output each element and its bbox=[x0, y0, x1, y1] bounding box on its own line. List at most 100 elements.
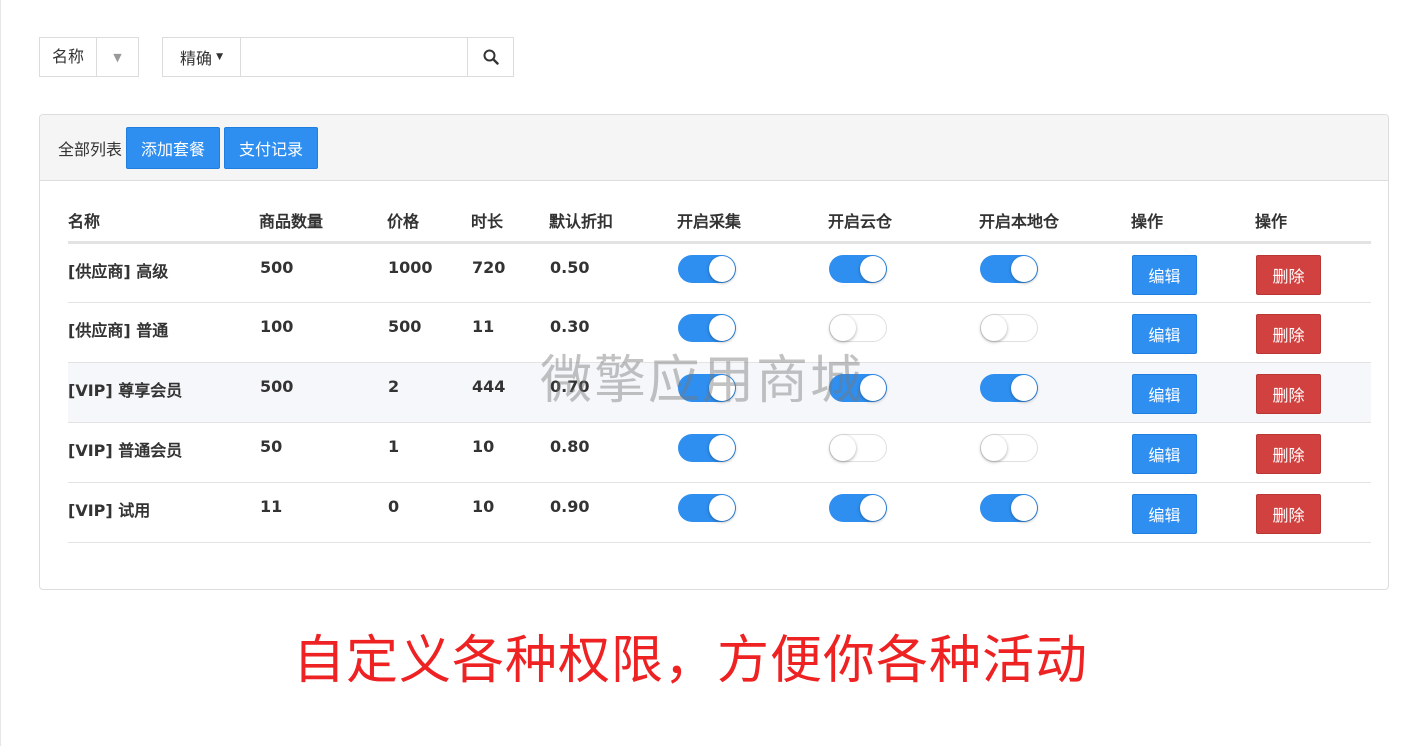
promo-caption: 自定义各种权限，方便你各种活动 bbox=[293, 631, 1089, 691]
cell-duration: 720 bbox=[471, 242, 549, 303]
cell-qty: 100 bbox=[259, 302, 387, 363]
collect-cell bbox=[677, 482, 828, 543]
search-group: 精确 ▼ bbox=[162, 37, 515, 77]
edit-button[interactable]: 编辑 bbox=[1132, 494, 1197, 534]
field-select[interactable]: 名称 ▼ bbox=[39, 37, 140, 77]
cell-duration: 11 bbox=[471, 302, 549, 363]
cell-discount: 0.50 bbox=[549, 242, 677, 303]
collect-cell bbox=[677, 422, 828, 483]
payment-records-button[interactable]: 支付记录 bbox=[224, 126, 319, 169]
cell-price: 2 bbox=[387, 362, 471, 423]
cell-price-text: 2 bbox=[388, 377, 400, 396]
local-warehouse-toggle[interactable] bbox=[980, 255, 1038, 283]
toggle-knob bbox=[860, 495, 886, 521]
package-table: 名称 商品数量 价格 时长 默认折扣 开启采集 开启云仓 开启本地仓 操作 操作… bbox=[68, 199, 1371, 543]
panel-title: 全部列表 bbox=[58, 139, 123, 159]
delete-button[interactable]: 删除 bbox=[1256, 255, 1321, 295]
toggle-knob bbox=[1011, 256, 1037, 282]
toggle-knob bbox=[1011, 495, 1037, 521]
delete-button[interactable]: 删除 bbox=[1256, 314, 1321, 354]
edit-button[interactable]: 编辑 bbox=[1132, 314, 1197, 354]
cloud-warehouse-toggle[interactable] bbox=[829, 374, 887, 402]
local-warehouse-cell bbox=[979, 362, 1131, 423]
delete-button[interactable]: 删除 bbox=[1256, 374, 1321, 414]
local-warehouse-cell bbox=[979, 422, 1131, 483]
col-header-name: 名称 bbox=[68, 199, 259, 244]
edit-button[interactable]: 编辑 bbox=[1132, 255, 1197, 295]
add-package-button[interactable]: 添加套餐 bbox=[126, 126, 221, 169]
collect-toggle[interactable] bbox=[678, 434, 736, 462]
cell-discount: 0.30 bbox=[549, 302, 677, 363]
local-warehouse-toggle[interactable] bbox=[980, 374, 1038, 402]
toggle-knob bbox=[1011, 375, 1037, 401]
toggle-knob bbox=[709, 495, 735, 521]
local-warehouse-toggle[interactable] bbox=[980, 494, 1038, 522]
local-warehouse-toggle[interactable] bbox=[980, 314, 1038, 342]
cell-edit: 编辑 bbox=[1131, 302, 1255, 363]
cloud-warehouse-toggle[interactable] bbox=[829, 494, 887, 522]
caret-down-icon: ▼ bbox=[216, 52, 223, 62]
toggle-knob bbox=[860, 256, 886, 282]
table-row: [VIP] 尊享会员 500 2 444 0.70 编辑 删除 bbox=[68, 362, 1371, 423]
cell-name: [VIP] 普通会员 bbox=[68, 422, 259, 483]
cloud-warehouse-toggle[interactable] bbox=[829, 255, 887, 283]
toggle-knob bbox=[981, 435, 1007, 461]
collect-toggle[interactable] bbox=[678, 374, 736, 402]
collect-toggle[interactable] bbox=[678, 255, 736, 283]
cell-delete: 删除 bbox=[1255, 242, 1371, 303]
cloud-warehouse-toggle[interactable] bbox=[829, 434, 887, 462]
table-header-row: 名称 商品数量 价格 时长 默认折扣 开启采集 开启云仓 开启本地仓 操作 操作 bbox=[68, 199, 1371, 244]
cell-duration-text: 10 bbox=[472, 497, 495, 516]
page-edge bbox=[0, 0, 1, 746]
delete-button[interactable]: 删除 bbox=[1256, 494, 1321, 534]
cell-duration-text: 720 bbox=[472, 258, 506, 277]
col-header-discount: 默认折扣 bbox=[549, 199, 677, 244]
cell-discount-text: 0.30 bbox=[550, 317, 590, 336]
search-input[interactable] bbox=[240, 37, 469, 77]
caret-down-icon[interactable]: ▼ bbox=[96, 38, 138, 76]
cell-discount: 0.70 bbox=[549, 362, 677, 423]
collect-toggle[interactable] bbox=[678, 314, 736, 342]
toggle-knob bbox=[860, 375, 886, 401]
cell-qty-text: 100 bbox=[260, 317, 294, 336]
toggle-knob bbox=[709, 435, 735, 461]
table-row: [供应商] 普通 100 500 11 0.30 编辑 删除 bbox=[68, 302, 1371, 363]
col-header-action-edit: 操作 bbox=[1131, 199, 1255, 244]
cell-name: [供应商] 普通 bbox=[68, 302, 259, 363]
cell-delete: 删除 bbox=[1255, 302, 1371, 363]
cell-qty: 500 bbox=[259, 362, 387, 423]
col-header-qty: 商品数量 bbox=[259, 199, 387, 244]
cell-duration-text: 11 bbox=[472, 317, 495, 336]
cell-duration-text: 10 bbox=[472, 437, 495, 456]
table-row: [VIP] 试用 11 0 10 0.90 编辑 删除 bbox=[68, 482, 1371, 543]
col-header-collect: 开启采集 bbox=[677, 199, 828, 244]
cloud-warehouse-cell bbox=[828, 242, 979, 303]
cloud-warehouse-toggle[interactable] bbox=[829, 314, 887, 342]
cell-discount-text: 0.70 bbox=[550, 377, 590, 396]
cell-edit: 编辑 bbox=[1131, 422, 1255, 483]
cell-discount-text: 0.90 bbox=[550, 497, 590, 516]
toggle-knob bbox=[830, 315, 856, 341]
cell-name-text: [VIP] 普通会员 bbox=[68, 441, 183, 460]
local-warehouse-cell bbox=[979, 302, 1131, 363]
edit-button[interactable]: 编辑 bbox=[1132, 434, 1197, 474]
collect-toggle[interactable] bbox=[678, 494, 736, 522]
match-mode-label: 精确 bbox=[180, 49, 213, 68]
collect-cell bbox=[677, 242, 828, 303]
toggle-knob bbox=[709, 375, 735, 401]
delete-button[interactable]: 删除 bbox=[1256, 434, 1321, 474]
cell-discount: 0.90 bbox=[549, 482, 677, 543]
cell-discount: 0.80 bbox=[549, 422, 677, 483]
match-mode-dropdown[interactable]: 精确 ▼ bbox=[162, 37, 241, 77]
search-button[interactable] bbox=[468, 37, 515, 77]
col-header-local: 开启本地仓 bbox=[979, 199, 1131, 244]
cell-price-text: 0 bbox=[388, 497, 400, 516]
edit-button[interactable]: 编辑 bbox=[1132, 374, 1197, 414]
cell-duration: 10 bbox=[471, 482, 549, 543]
cloud-warehouse-cell bbox=[828, 422, 979, 483]
local-warehouse-toggle[interactable] bbox=[980, 434, 1038, 462]
package-list-panel: 全部列表 添加套餐 支付记录 名称 商品数量 价格 时长 默认折扣 开启采集 开… bbox=[39, 114, 1389, 590]
panel-header: 全部列表 添加套餐 支付记录 bbox=[40, 115, 1388, 181]
cloud-warehouse-cell bbox=[828, 362, 979, 423]
col-header-cloud: 开启云仓 bbox=[828, 199, 979, 244]
